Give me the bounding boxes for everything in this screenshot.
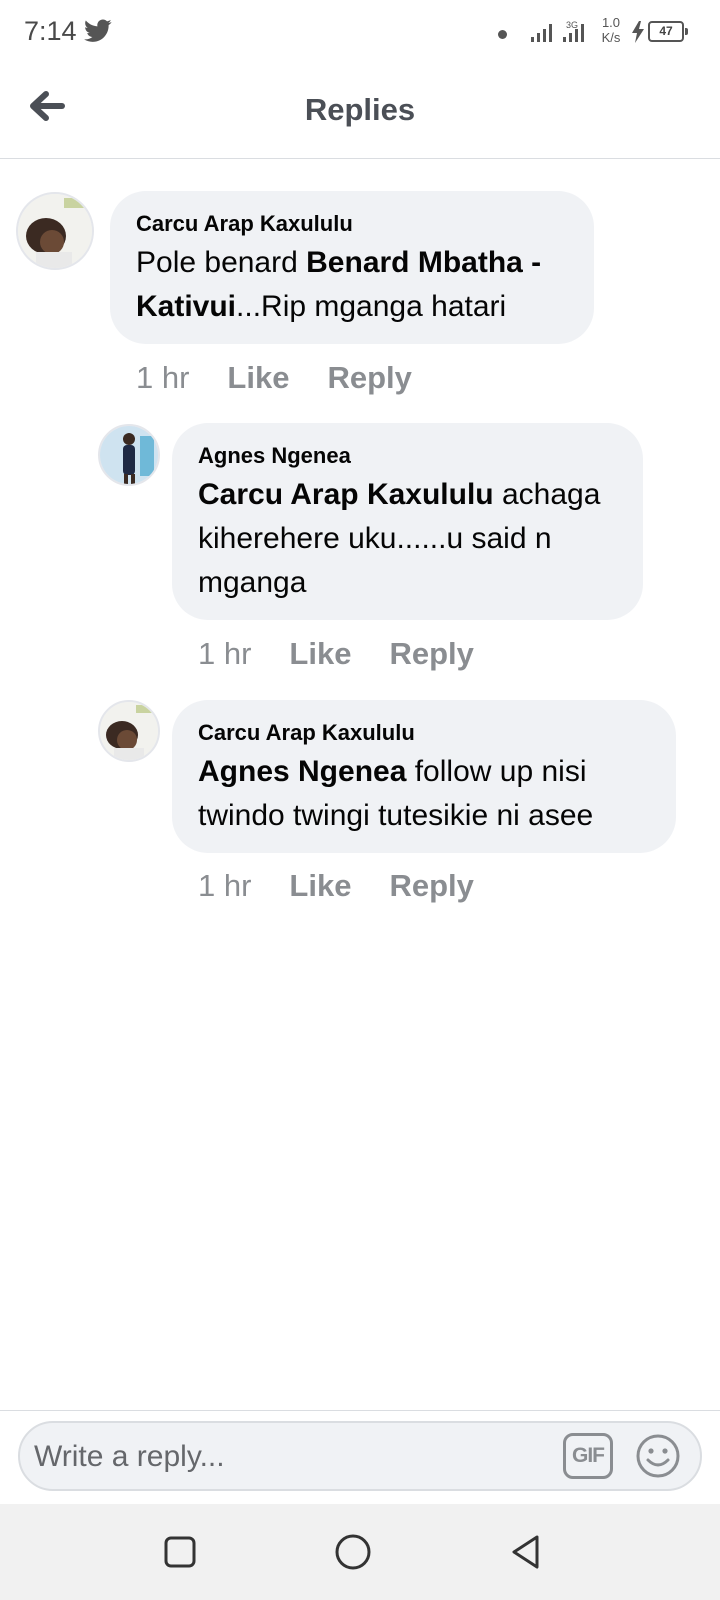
comment-time[interactable]: 1 hr bbox=[198, 868, 251, 903]
status-time: 7:14 bbox=[24, 16, 77, 46]
avatar[interactable] bbox=[16, 192, 94, 270]
smiley-icon[interactable] bbox=[634, 1432, 682, 1480]
comment-actions: 1 hr Like Reply bbox=[136, 360, 412, 396]
network-speed: 1.0 K/s bbox=[596, 15, 626, 45]
reply-composer: GIF bbox=[0, 1410, 720, 1504]
comment-bubble[interactable]: Carcu Arap Kaxululu Pole benard Benard M… bbox=[110, 191, 594, 344]
like-button[interactable]: Like bbox=[227, 360, 289, 395]
speed-unit: K/s bbox=[601, 30, 621, 45]
comment-bubble[interactable]: Agnes Ngenea Carcu Arap Kaxululu achaga … bbox=[172, 423, 643, 620]
reply-button[interactable]: Reply bbox=[389, 636, 473, 671]
status-bar: 7:14 3G 1.0 K/s 47 bbox=[0, 0, 720, 64]
battery-icon: 47 bbox=[648, 21, 688, 42]
comment-text: Pole benard Benard Mbatha - Kativui...Ri… bbox=[136, 241, 576, 329]
charging-icon bbox=[632, 21, 644, 43]
mention-link[interactable]: Carcu Arap Kaxululu bbox=[198, 478, 494, 511]
comment-actions: 1 hr Like Reply bbox=[198, 868, 474, 904]
like-button[interactable]: Like bbox=[289, 868, 351, 903]
circle-home-icon[interactable] bbox=[331, 1530, 375, 1574]
notification-dot bbox=[498, 30, 507, 39]
comment-text: Carcu Arap Kaxululu achaga kiherehere uk… bbox=[198, 473, 628, 605]
twitter-icon bbox=[84, 19, 112, 42]
signal-3g-icon: 3G bbox=[563, 20, 584, 42]
avatar[interactable] bbox=[98, 700, 160, 762]
mention-link[interactable]: Agnes Ngenea bbox=[198, 755, 406, 788]
system-nav-bar bbox=[0, 1504, 720, 1600]
avatar-photo bbox=[100, 426, 158, 484]
comment-text-part: ...Rip mganga hatari bbox=[236, 290, 507, 323]
page-title: Replies bbox=[304, 92, 416, 127]
gif-button[interactable]: GIF bbox=[563, 1433, 613, 1479]
speed-value: 1.0 bbox=[601, 15, 621, 30]
triangle-back-icon[interactable] bbox=[504, 1530, 548, 1574]
signal-icon bbox=[531, 24, 552, 42]
avatar[interactable] bbox=[98, 424, 160, 486]
header: Replies bbox=[0, 64, 720, 159]
comment-author[interactable]: Agnes Ngenea bbox=[198, 443, 351, 469]
comment-author[interactable]: Carcu Arap Kaxululu bbox=[198, 720, 415, 746]
comment-text: Agnes Ngenea follow up nisi twindo twing… bbox=[198, 750, 668, 838]
square-recents-icon[interactable] bbox=[158, 1530, 202, 1574]
comment-author[interactable]: Carcu Arap Kaxululu bbox=[136, 211, 353, 237]
reply-input[interactable] bbox=[34, 1433, 534, 1481]
like-button[interactable]: Like bbox=[289, 636, 351, 671]
network-type: 3G bbox=[566, 20, 578, 30]
comment-time[interactable]: 1 hr bbox=[136, 360, 189, 395]
reply-button[interactable]: Reply bbox=[389, 868, 473, 903]
comment-text-part: Pole benard bbox=[136, 246, 307, 279]
comment-actions: 1 hr Like Reply bbox=[198, 636, 474, 672]
avatar-photo bbox=[18, 194, 92, 268]
reply-button[interactable]: Reply bbox=[327, 360, 411, 395]
comment-bubble[interactable]: Carcu Arap Kaxululu Agnes Ngenea follow … bbox=[172, 700, 676, 853]
reply-input-container[interactable]: GIF bbox=[18, 1421, 702, 1491]
avatar-photo bbox=[100, 702, 158, 760]
comment-time[interactable]: 1 hr bbox=[198, 636, 251, 671]
